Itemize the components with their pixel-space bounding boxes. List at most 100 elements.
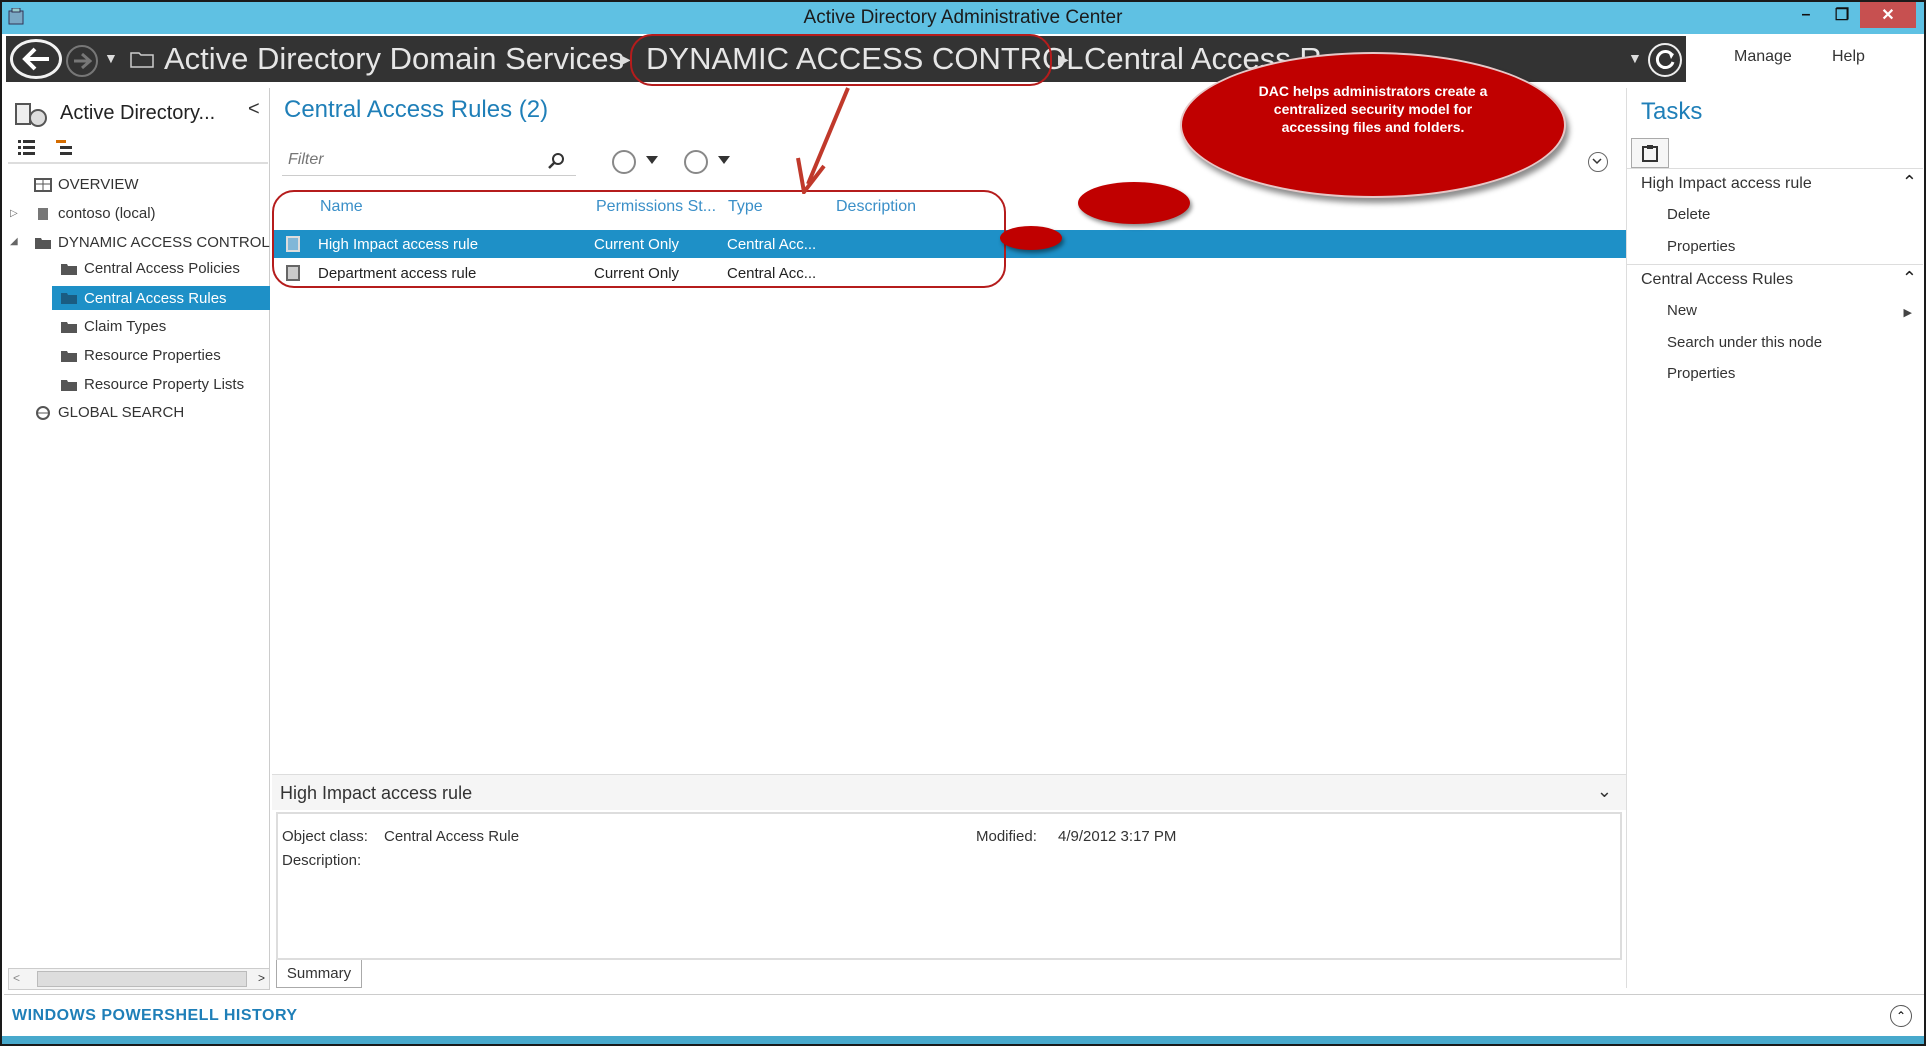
sidebar-item-central-access-rules[interactable]: Central Access Rules xyxy=(52,286,270,310)
task-properties[interactable]: Properties xyxy=(1667,365,1735,382)
close-button[interactable]: ✕ xyxy=(1860,2,1916,28)
window-title: Active Directory Administrative Center xyxy=(803,7,1123,28)
history-dropdown-icon[interactable]: ▼ xyxy=(104,50,118,66)
sidebar-item-contoso[interactable]: contoso (local) xyxy=(34,205,156,222)
annotation-callout: DAC helps administrators create a centra… xyxy=(1180,52,1566,198)
title-bar: Active Directory Administrative Center –… xyxy=(2,2,1924,34)
breadcrumb-separator-icon[interactable]: ▶ xyxy=(1058,51,1069,68)
domain-icon xyxy=(38,207,48,220)
filter-input[interactable] xyxy=(282,146,522,174)
chevron-up-icon[interactable]: ⌃ xyxy=(1902,268,1917,289)
save-query-dropdown-icon[interactable] xyxy=(718,156,730,164)
tasks-title: Tasks xyxy=(1641,98,1703,125)
modified-label: Modified: xyxy=(976,828,1037,845)
modified-value: 4/9/2012 3:17 PM xyxy=(1058,828,1177,845)
globe-icon xyxy=(36,405,50,420)
sidebar-item-claim-types[interactable]: Claim Types xyxy=(60,318,166,335)
view-options-dropdown-icon[interactable] xyxy=(646,156,658,164)
manage-menu[interactable]: Manage xyxy=(1734,48,1792,66)
sidebar-item-central-access-policies[interactable]: Central Access Policies xyxy=(60,260,240,277)
folder-icon xyxy=(61,293,77,304)
scrollbar-thumb[interactable] xyxy=(37,971,247,987)
help-menu[interactable]: Help xyxy=(1832,48,1865,66)
search-icon[interactable] xyxy=(548,152,566,170)
restore-button[interactable]: ❐ xyxy=(1824,2,1860,28)
sidebar-item-label: DYNAMIC ACCESS CONTROL xyxy=(58,234,270,251)
submenu-arrow-icon[interactable]: ▶ xyxy=(1904,306,1912,319)
sidebar-item-label: Central Access Rules xyxy=(84,289,227,307)
back-arrow-icon xyxy=(22,47,49,71)
expand-arrow-icon[interactable]: ▷ xyxy=(10,208,18,219)
collapse-pane-icon[interactable]: < xyxy=(248,98,260,121)
horizontal-scrollbar[interactable]: < > xyxy=(8,968,270,990)
filter-box[interactable] xyxy=(282,146,576,176)
folder-icon xyxy=(61,350,77,362)
callout-text: DAC helps administrators create a centra… xyxy=(1258,83,1488,135)
refresh-button[interactable] xyxy=(1648,43,1682,77)
object-class-value: Central Access Rule xyxy=(384,828,520,845)
view-options-button[interactable] xyxy=(612,150,636,174)
expand-filter-button[interactable] xyxy=(1588,152,1608,172)
annotation-highlight-rules xyxy=(272,190,1006,288)
page-title: Central Access Rules (2) xyxy=(284,96,549,123)
refresh-icon xyxy=(1655,50,1675,69)
details-pane: Object class: Central Access Rule Modifi… xyxy=(276,812,1622,960)
details-header[interactable]: High Impact access rule ⌄ xyxy=(272,774,1626,810)
list-view-icon[interactable] xyxy=(16,138,38,156)
folder-icon xyxy=(35,237,51,249)
task-properties[interactable]: Properties xyxy=(1667,238,1735,255)
forward-arrow-icon xyxy=(74,53,92,69)
section-title: Central Access Rules xyxy=(1641,271,1794,288)
folder-icon xyxy=(61,263,77,275)
sidebar-item-label: OVERVIEW xyxy=(58,176,139,193)
sidebar-item-dynamic-access-control[interactable]: DYNAMIC ACCESS CONTROL xyxy=(34,234,270,251)
sidebar-item-label: contoso (local) xyxy=(58,205,156,222)
breadcrumb-ad-ds[interactable]: Active Directory Domain Services xyxy=(164,41,624,77)
sidebar-item-label: GLOBAL SEARCH xyxy=(58,404,185,421)
tasks-toolbar-button[interactable] xyxy=(1631,138,1669,168)
app-icon xyxy=(8,8,24,25)
sidebar-item-label: Central Access Policies xyxy=(84,260,240,277)
breadcrumb-dropdown-icon[interactable]: ▼ xyxy=(1628,50,1642,66)
sidebar-item-label: Resource Properties xyxy=(84,347,221,364)
tasks-section-high-impact[interactable]: High Impact access rule ⌃ xyxy=(1627,168,1923,198)
task-search-under-node[interactable]: Search under this node xyxy=(1667,334,1822,351)
navigation-pane: Active Directory... < OVERVIEW ▷ contoso… xyxy=(6,88,270,990)
chevron-down-icon[interactable]: ⌄ xyxy=(1597,781,1612,802)
collapse-arrow-icon[interactable]: ◢ xyxy=(10,236,18,247)
forward-button[interactable] xyxy=(66,45,98,77)
powershell-history-label: WINDOWS POWERSHELL HISTORY xyxy=(12,1007,298,1024)
folder-icon xyxy=(61,321,77,333)
sidebar-item-resource-property-lists[interactable]: Resource Property Lists xyxy=(60,376,244,393)
nav-pane-title: Active Directory... xyxy=(60,101,216,124)
save-query-button[interactable] xyxy=(684,150,708,174)
taskbar xyxy=(2,1036,1924,1044)
sidebar-item-overview[interactable]: OVERVIEW xyxy=(34,176,139,193)
tasks-pane: Tasks High Impact access rule ⌃ Delete P… xyxy=(1626,88,1924,988)
annotation-blob xyxy=(1000,226,1062,250)
description-label: Description: xyxy=(282,852,362,869)
scroll-right-icon[interactable]: > xyxy=(258,971,265,985)
powershell-history-bar[interactable]: WINDOWS POWERSHELL HISTORY ⌃ xyxy=(4,994,1924,1038)
annotation-blob xyxy=(1078,182,1190,224)
clipboard-icon xyxy=(1642,145,1658,162)
back-button[interactable] xyxy=(10,39,62,79)
tasks-section-central-access-rules[interactable]: Central Access Rules ⌃ xyxy=(1627,264,1923,294)
scroll-left-icon[interactable]: < xyxy=(13,971,20,985)
adac-icon xyxy=(15,103,47,127)
task-delete[interactable]: Delete xyxy=(1667,206,1710,223)
task-new[interactable]: New xyxy=(1667,302,1697,319)
chevron-down-icon xyxy=(1592,158,1602,165)
sidebar-item-label: Resource Property Lists xyxy=(84,376,245,393)
annotation-highlight-breadcrumb xyxy=(630,34,1052,86)
folder-icon xyxy=(61,379,77,391)
tree-view-icon[interactable] xyxy=(54,138,76,156)
chevron-up-icon[interactable]: ⌃ xyxy=(1902,172,1917,193)
tab-summary[interactable]: Summary xyxy=(276,960,362,988)
sidebar-item-resource-properties[interactable]: Resource Properties xyxy=(60,347,221,364)
overview-icon xyxy=(34,177,52,192)
object-class-label: Object class: xyxy=(282,828,368,845)
sidebar-item-global-search[interactable]: GLOBAL SEARCH xyxy=(34,404,184,421)
minimize-button[interactable]: – xyxy=(1788,2,1824,28)
chevron-up-icon[interactable]: ⌃ xyxy=(1890,1005,1912,1027)
